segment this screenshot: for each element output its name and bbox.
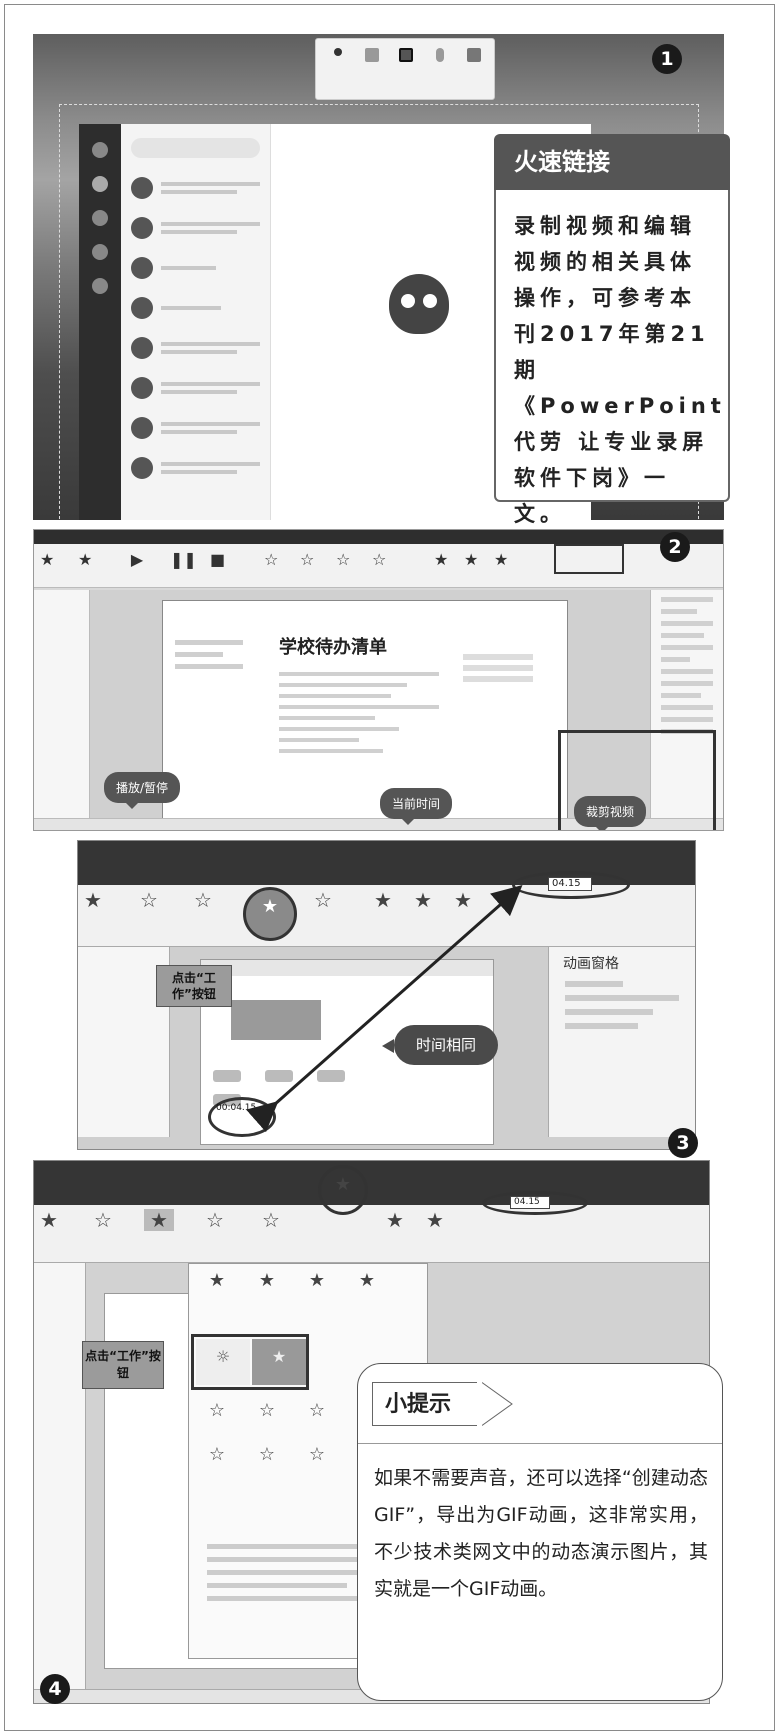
bubble-current-time: 当前时间	[380, 788, 453, 825]
video-slide: 学校待办清单	[162, 600, 568, 822]
title-bar	[34, 530, 723, 544]
star-icon[interactable]: ☆	[256, 1209, 286, 1231]
star-icon[interactable]: ★	[494, 550, 508, 570]
star-icon[interactable]: ☆	[200, 1209, 230, 1231]
todo-lines	[279, 665, 439, 760]
star-icon[interactable]: ★	[197, 1270, 237, 1291]
emphasis-highlight: ☼ ★	[191, 1334, 309, 1390]
star-icon[interactable]: ☆	[297, 1400, 337, 1421]
star-icon[interactable]: ☆	[372, 550, 386, 570]
star-icon[interactable]: ★	[464, 550, 478, 570]
stop-icon[interactable]	[360, 48, 384, 82]
list-item[interactable]	[121, 408, 270, 448]
duration-field[interactable]: 04.15	[510, 1196, 550, 1209]
star-icon[interactable]: ☆	[247, 1400, 287, 1421]
link-callout-title: 火速链接	[494, 134, 730, 190]
list-item[interactable]	[121, 168, 270, 208]
mascot-icon	[389, 274, 449, 334]
list-item[interactable]	[121, 448, 270, 488]
tip-box: 小提示 如果不需要声音，还可以选择“创建动态GIF”，导出为GIF动画，这非常实…	[357, 1363, 723, 1701]
star-icon[interactable]: ☆	[264, 550, 278, 570]
screenshot-powerpoint-video: ★ ★ ▶ ❚❚ ■ ☆ ☆ ☆ ☆ ★ ★ ★ 学校待办清单 播放/暂停 当前…	[33, 529, 724, 831]
tip-body: 如果不需要声音，还可以选择“创建动态GIF”，导出为GIF动画，这非常实用，不少…	[374, 1467, 708, 1600]
list-item[interactable]	[121, 248, 270, 288]
ribbon: ★ ☆ ★ ☆ ☆ ★ ★	[34, 1205, 709, 1263]
double-arrow	[246, 885, 523, 1133]
star-icon[interactable]: ★	[420, 1209, 450, 1231]
star-icon[interactable]: ☆	[300, 550, 314, 570]
chat-search-input[interactable]	[131, 138, 260, 158]
step-badge-2: 2	[660, 532, 690, 562]
star-icon[interactable]: ☆	[247, 1444, 287, 1465]
step-badge-3: 3	[668, 1128, 698, 1158]
step-badge-4: 4	[40, 1674, 70, 1704]
star-icon[interactable]: ★	[78, 550, 92, 570]
slide-thumbnails	[34, 1263, 86, 1689]
todo-right-list	[463, 649, 533, 687]
crop-settings-highlight	[558, 730, 716, 830]
todo-sidebar	[169, 633, 249, 753]
stop-icon[interactable]: ■	[210, 550, 225, 570]
star-icon[interactable]: ☆	[197, 1400, 237, 1421]
star-icon[interactable]: ☆	[336, 550, 350, 570]
star-icon[interactable]: ★	[347, 1270, 387, 1291]
pause-icon[interactable]: ❚❚	[170, 550, 197, 570]
list-item[interactable]	[121, 208, 270, 248]
bubble-same-time: 时间相同	[382, 1025, 498, 1065]
screenshot-animation-timing: ★ ☆ ☆ ★ ☆ ★ ★ ★ 04.15 点击“工作”按钮 动画窗格 00:0…	[77, 840, 696, 1150]
add-animation-button[interactable]: ★	[318, 1165, 368, 1215]
star-icon[interactable]: ★	[380, 1209, 410, 1231]
play-icon[interactable]: ▶	[130, 550, 144, 570]
title-bar	[34, 1161, 709, 1191]
list-item[interactable]	[121, 328, 270, 368]
star-icon[interactable]: ★	[434, 550, 448, 570]
record-toolbar	[315, 38, 495, 100]
slide-heading: 学校待办清单	[279, 637, 387, 658]
star-icon[interactable]: ★	[252, 1339, 306, 1385]
record-dot-icon[interactable]	[326, 48, 350, 82]
star-icon[interactable]: ☆	[197, 1444, 237, 1465]
slide-thumbnails	[34, 590, 90, 818]
star-icon[interactable]: ★	[40, 550, 54, 570]
list-item[interactable]	[121, 368, 270, 408]
link-callout: 火速链接 录制视频和编辑视频的相关具体操作，可参考本刊2017年第21期《Pow…	[494, 134, 730, 526]
chat-app-sidebar	[79, 124, 121, 520]
star-icon[interactable]: ☼	[196, 1339, 250, 1385]
ribbon-tabs	[34, 1191, 709, 1205]
cursor-icon[interactable]	[462, 48, 486, 82]
tip-title: 小提示	[372, 1382, 478, 1426]
star-icon[interactable]: ☆	[88, 1209, 118, 1231]
star-icon[interactable]: ★	[297, 1270, 337, 1291]
link-callout-body: 录制视频和编辑视频的相关具体操作，可参考本刊2017年第21期《PowerPoi…	[494, 190, 730, 526]
tag-click-work: 点击“工作”按钮	[82, 1341, 164, 1389]
list-item[interactable]	[121, 288, 270, 328]
timing-highlight	[554, 544, 624, 574]
microphone-icon[interactable]	[428, 48, 452, 82]
select-area-icon[interactable]	[394, 48, 418, 82]
chat-list	[121, 124, 271, 520]
preview-icon[interactable]: ★	[40, 1209, 58, 1231]
star-icon[interactable]: ★	[247, 1270, 287, 1291]
tip-header: 小提示	[358, 1364, 722, 1444]
step-badge-1: 1	[652, 44, 682, 74]
tip-arrow-icon	[482, 1382, 513, 1426]
star-icon[interactable]: ☆	[297, 1444, 337, 1465]
star-icon[interactable]: ★	[144, 1209, 174, 1231]
bubble-play-pause: 播放/暂停	[104, 772, 181, 809]
